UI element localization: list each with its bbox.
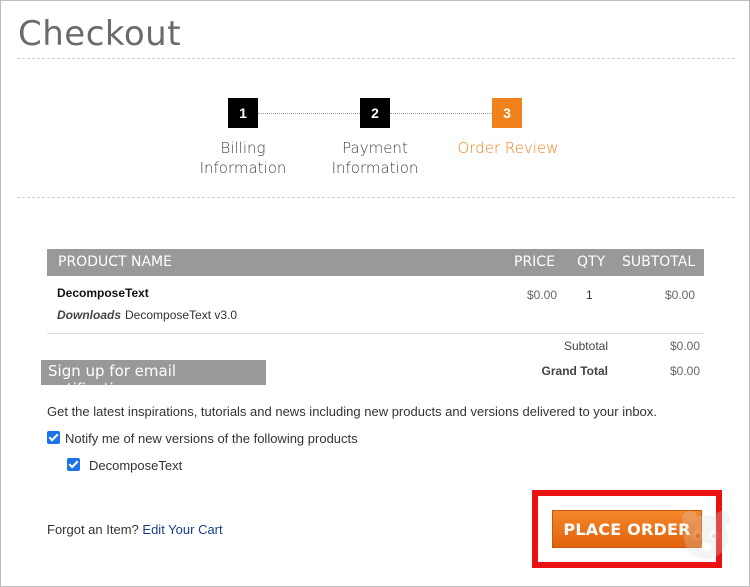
step-1-number: 1 (228, 98, 258, 128)
step-connector (258, 113, 360, 114)
header-qty: QTY (577, 254, 606, 270)
subtotal-label: Subtotal (563, 339, 608, 353)
step-connector (390, 113, 492, 114)
header-subtotal: SUBTOTAL (622, 254, 696, 270)
product-option: Downloads DecomposeText v3.0 (57, 308, 237, 322)
edit-cart-link[interactable]: Edit Your Cart (142, 522, 222, 537)
header-price: PRICE (514, 254, 555, 270)
product-qty: 1 (586, 288, 593, 302)
header-product-name: PRODUCT NAME (58, 254, 172, 270)
forgot-item-text: Forgot an Item? Edit Your Cart (47, 522, 223, 537)
steps-divider (17, 197, 735, 198)
product-subtotal: $0.00 (665, 288, 696, 302)
grand-total-value: $0.00 (669, 364, 700, 378)
subtotal-value: $0.00 (669, 339, 700, 353)
step-3-label: Order Review (457, 139, 559, 157)
table-divider (47, 333, 704, 334)
email-description: Get the latest inspirations, tutorials a… (47, 404, 657, 419)
product-name: DecomposeText (57, 286, 149, 300)
step-1-label: Billing Information (199, 139, 287, 177)
product-option-label: Downloads (57, 308, 122, 322)
table-header: PRODUCT NAME PRICE QTY SUBTOTAL (47, 249, 704, 276)
forgot-item-label: Forgot an Item? (47, 522, 139, 537)
checkout-steps: 1 Billing Information 2 Payment Informat… (0, 0, 750, 200)
notify-checkbox[interactable] (47, 431, 60, 444)
email-signup-banner: Sign up for email notifications (41, 360, 266, 398)
step-2-label: Payment Information (331, 139, 419, 177)
step-3-number: 3 (492, 98, 522, 128)
product-notify-checkbox[interactable] (67, 458, 80, 471)
product-price: $0.00 (527, 288, 558, 302)
product-option-value: DecomposeText v3.0 (125, 308, 238, 322)
notify-label[interactable]: Notify me of new versions of the followi… (65, 431, 358, 446)
grand-total-label: Grand Total (541, 364, 608, 378)
product-notify-label[interactable]: DecomposeText (89, 458, 182, 473)
step-2-number: 2 (360, 98, 390, 128)
watermark-logo (682, 511, 730, 559)
